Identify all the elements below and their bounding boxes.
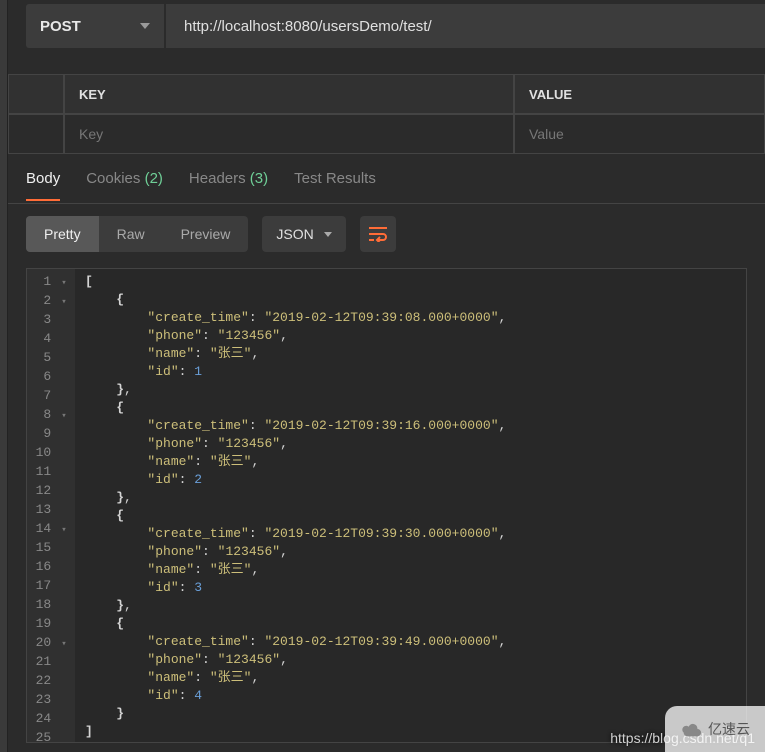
tab-cookies-count: (2): [145, 170, 163, 187]
line-numbers: 1 ▾ 2 ▾ 3 4 5 6 7 8 ▾ 9 10 11 12 13 14 ▾…: [27, 269, 75, 742]
window-left-border: [0, 0, 8, 752]
params-key-input[interactable]: [79, 126, 503, 142]
tab-test-results[interactable]: Test Results: [294, 170, 376, 201]
tab-body-label: Body: [26, 170, 60, 187]
tab-cookies-label: Cookies: [86, 170, 140, 187]
tab-headers[interactable]: Headers (3): [189, 170, 268, 201]
view-mode-group: Pretty Raw Preview: [26, 216, 248, 252]
format-value: JSON: [276, 226, 313, 242]
preview-button[interactable]: Preview: [163, 216, 249, 252]
format-select[interactable]: JSON: [262, 216, 345, 252]
wrap-lines-button[interactable]: [360, 216, 396, 252]
params-checkbox-cell[interactable]: [8, 114, 64, 154]
raw-button[interactable]: Raw: [99, 216, 163, 252]
tab-cookies[interactable]: Cookies (2): [86, 170, 163, 201]
chevron-down-icon: [324, 232, 332, 237]
url-input[interactable]: [166, 4, 765, 48]
http-method-select[interactable]: POST: [26, 4, 164, 48]
params-key-header: KEY: [64, 74, 514, 114]
cloud-icon: [680, 718, 702, 740]
wrap-icon: [368, 226, 388, 242]
watermark-badge-text: 亿速云: [708, 719, 750, 739]
tab-body[interactable]: Body: [26, 170, 60, 201]
http-method-value: POST: [40, 18, 81, 35]
params-table: KEY VALUE: [8, 74, 765, 154]
tab-headers-label: Headers: [189, 170, 246, 187]
response-tabs: Body Cookies (2) Headers (3) Test Result…: [8, 154, 765, 204]
pretty-button[interactable]: Pretty: [26, 216, 99, 252]
params-input-row: [8, 114, 765, 154]
params-checkbox-header: [8, 74, 64, 114]
response-body[interactable]: 1 ▾ 2 ▾ 3 4 5 6 7 8 ▾ 9 10 11 12 13 14 ▾…: [26, 268, 747, 743]
chevron-down-icon: [140, 23, 150, 29]
params-value-input[interactable]: [529, 126, 754, 142]
body-view-toolbar: Pretty Raw Preview JSON: [8, 204, 765, 264]
watermark-badge: 亿速云: [665, 706, 765, 752]
code-content: [ { "create_time": "2019-02-12T09:39:08.…: [75, 269, 506, 742]
tab-test-results-label: Test Results: [294, 170, 376, 187]
tab-headers-count: (3): [250, 170, 268, 187]
params-header-row: KEY VALUE: [8, 74, 765, 114]
params-value-header: VALUE: [514, 74, 765, 114]
request-bar: POST: [8, 0, 765, 52]
